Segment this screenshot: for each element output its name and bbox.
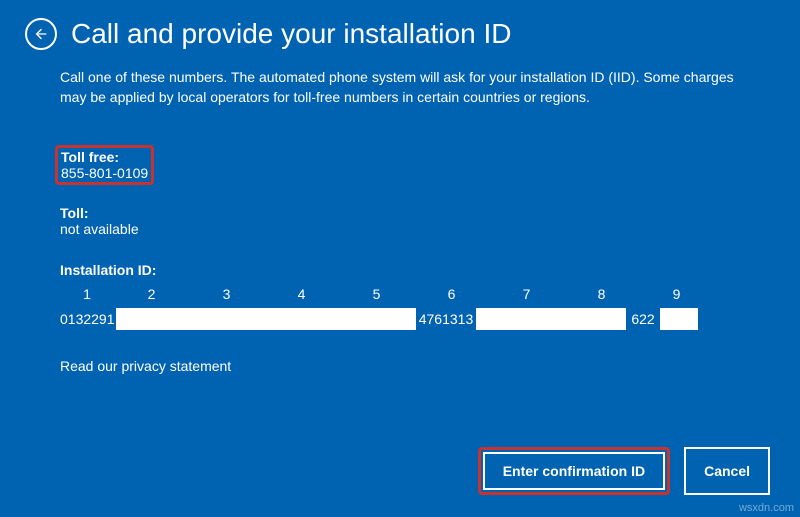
iid-col-8: 8 (564, 286, 639, 302)
iid-col-6: 6 (414, 286, 489, 302)
iid-column-headers: 1 2 3 4 5 6 7 8 9 (60, 286, 740, 302)
iid-col-9: 9 (639, 286, 714, 302)
back-button[interactable] (25, 18, 57, 50)
iid-col-7: 7 (489, 286, 564, 302)
toll-label: Toll: (60, 205, 740, 221)
iid-input-block-c[interactable] (660, 308, 698, 330)
arrow-left-icon (33, 26, 49, 42)
description-text: Call one of these numbers. The automated… (60, 68, 740, 107)
iid-group-6: 4761313 (416, 311, 476, 327)
iid-input-block-b[interactable] (476, 308, 626, 330)
iid-input-block-a[interactable] (116, 308, 416, 330)
page-title: Call and provide your installation ID (71, 18, 511, 50)
enter-confirmation-id-button[interactable]: Enter confirmation ID (483, 452, 665, 490)
privacy-link[interactable]: Read our privacy statement (60, 358, 740, 374)
iid-col-5: 5 (339, 286, 414, 302)
toll-free-label: Toll free: (61, 149, 148, 165)
toll-value: not available (60, 221, 740, 237)
iid-group-9: 622 (626, 311, 660, 327)
toll-free-value: 855-801-0109 (61, 165, 148, 181)
iid-col-2: 2 (114, 286, 189, 302)
iid-col-3: 3 (189, 286, 264, 302)
iid-col-4: 4 (264, 286, 339, 302)
toll-free-highlight: Toll free: 855-801-0109 (55, 145, 154, 185)
primary-button-highlight: Enter confirmation ID (478, 447, 670, 495)
watermark-text: wsxdn.com (739, 502, 794, 514)
iid-col-1: 1 (60, 286, 114, 302)
installation-id-label: Installation ID: (60, 262, 740, 278)
iid-values-row: 0132291 4761313 622 (60, 308, 740, 330)
iid-group-1: 0132291 (60, 311, 116, 327)
cancel-button[interactable]: Cancel (684, 447, 770, 495)
